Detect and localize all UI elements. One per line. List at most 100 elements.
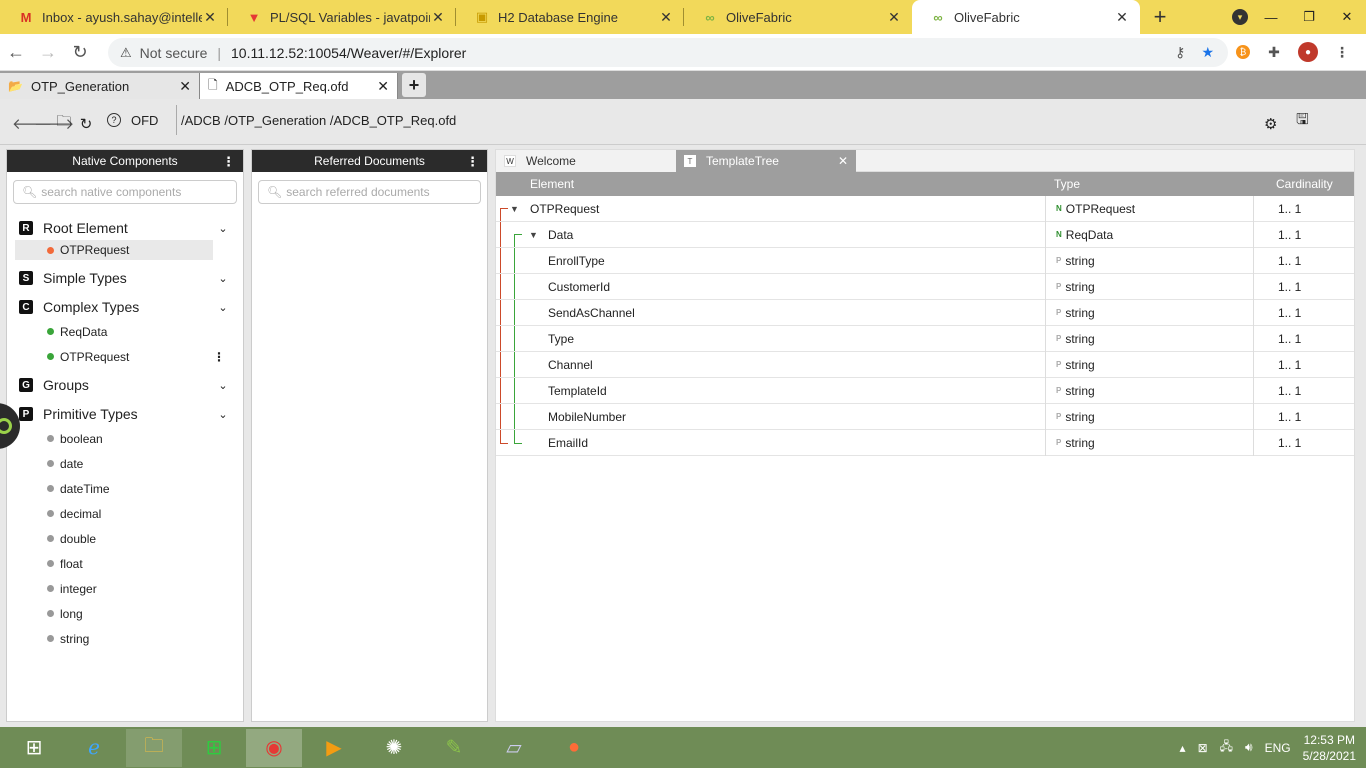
native-search-input[interactable]: 🔍︎ search native components: [13, 180, 237, 204]
browser-tab-gmail[interactable]: M Inbox - ayush.sahay@intellect ✕: [0, 0, 228, 34]
browser-tab-h2[interactable]: ▣ H2 Database Engine ✕: [456, 0, 684, 34]
close-icon[interactable]: ✕: [886, 9, 902, 26]
item-menu-icon[interactable]: ⋮: [213, 350, 225, 364]
gear-icon[interactable]: ⚙: [1264, 115, 1277, 133]
network-icon[interactable]: 🖧: [1220, 737, 1233, 758]
chevron-down-icon[interactable]: ⌄: [213, 379, 233, 392]
tray-arrow-icon[interactable]: ▴: [1180, 741, 1186, 755]
list-item[interactable]: dateTime: [7, 476, 243, 501]
table-row[interactable]: TemplateId Pstring 1.. 1: [496, 377, 1354, 404]
expand-triangle-icon[interactable]: ▼: [510, 204, 519, 214]
list-item[interactable]: boolean: [7, 426, 243, 451]
chevron-down-icon[interactable]: ⌄: [213, 272, 233, 285]
close-icon[interactable]: ✕: [430, 9, 446, 26]
table-row[interactable]: Channel Pstring 1.. 1: [496, 351, 1354, 378]
store-icon[interactable]: ⊞: [186, 729, 242, 767]
notes-app-icon[interactable]: ▱: [486, 729, 542, 767]
table-row[interactable]: ▼ OTPRequest N OTPRequest 1.. 1: [496, 195, 1354, 222]
list-item[interactable]: decimal: [7, 501, 243, 526]
panel-menu-icon[interactable]: ⋮: [466, 154, 479, 170]
close-icon[interactable]: ✕: [838, 154, 848, 168]
list-item[interactable]: string: [7, 626, 243, 651]
list-item[interactable]: OTPRequest: [15, 240, 213, 260]
section-simple-types[interactable]: S Simple Types ⌄: [7, 266, 243, 290]
table-row[interactable]: CustomerId Pstring 1.. 1: [496, 273, 1354, 300]
minimize-icon[interactable]: —: [1252, 10, 1290, 25]
chrome-icon[interactable]: ◉: [246, 728, 302, 767]
list-item[interactable]: date: [7, 451, 243, 476]
close-icon[interactable]: ✕: [658, 9, 674, 26]
browser-tab-olivefabric-active[interactable]: ∞ OliveFabric ✕: [912, 0, 1140, 34]
open-folder-icon[interactable]: 🗀: [56, 111, 72, 136]
chevron-down-icon[interactable]: ⌄: [213, 222, 233, 235]
profile-avatar[interactable]: ●: [1298, 42, 1318, 62]
start-button-icon[interactable]: ⊞: [6, 729, 62, 767]
not-secure-label[interactable]: Not secure: [140, 45, 208, 61]
new-tab-button[interactable]: +: [1140, 0, 1180, 34]
refresh-icon[interactable]: ↻: [78, 115, 94, 133]
table-row[interactable]: ▼ Data N ReqData 1.. 1: [496, 221, 1354, 248]
network-error-icon[interactable]: ⊠: [1198, 741, 1208, 755]
list-item[interactable]: integer: [7, 576, 243, 601]
key-icon[interactable]: ⚷: [1175, 44, 1185, 61]
close-icon[interactable]: ✕: [377, 78, 389, 95]
expand-triangle-icon[interactable]: ▼: [529, 230, 538, 240]
tab-templatetree[interactable]: T TemplateTree ✕: [676, 150, 856, 172]
postman-icon[interactable]: ●: [546, 729, 602, 767]
close-icon[interactable]: ✕: [1114, 9, 1130, 26]
table-row[interactable]: SendAsChannel Pstring 1.. 1: [496, 299, 1354, 326]
list-item[interactable]: long: [7, 601, 243, 626]
close-window-icon[interactable]: ✕: [1328, 9, 1366, 25]
save-icon[interactable]: 🖫: [1296, 109, 1309, 134]
list-item[interactable]: double: [7, 526, 243, 551]
back-arrow-icon[interactable]: 🡐: [12, 114, 52, 133]
bookmark-star-icon[interactable]: ★: [1201, 44, 1214, 61]
table-row[interactable]: EmailId Pstring 1.. 1: [496, 429, 1354, 456]
list-item[interactable]: ReqData: [7, 319, 243, 344]
chevron-down-icon[interactable]: ⌄: [213, 301, 233, 314]
referred-search-input[interactable]: 🔍︎ search referred documents: [258, 180, 481, 204]
url-input[interactable]: ⚠ Not secure | 10.11.12.52:10054/Weaver/…: [108, 38, 1228, 67]
section-root-element[interactable]: R Root Element ⌄: [7, 216, 243, 240]
back-icon[interactable]: ←: [0, 42, 32, 63]
clock[interactable]: 12:53 PM 5/28/2021: [1303, 732, 1356, 764]
list-item[interactable]: OTPRequest ⋮: [7, 344, 243, 369]
list-item[interactable]: float: [7, 551, 243, 576]
restore-icon[interactable]: ❐: [1290, 9, 1328, 25]
close-icon[interactable]: ✕: [179, 78, 191, 95]
panel-menu-icon[interactable]: ⋮: [222, 154, 235, 170]
column-header-type[interactable]: Type: [1046, 177, 1254, 191]
tab-search-icon[interactable]: ▾: [1232, 9, 1248, 25]
language-indicator[interactable]: ENG: [1265, 741, 1291, 755]
browser-tab-javatpoint[interactable]: ▼ PL/SQL Variables - javatpoint ✕: [228, 0, 456, 34]
table-row[interactable]: MobileNumber Pstring 1.. 1: [496, 403, 1354, 430]
extensions-puzzle-icon[interactable]: ✚: [1264, 42, 1284, 62]
element-name: CustomerId: [548, 279, 611, 294]
forward-arrow-icon[interactable]: 🡒: [34, 114, 74, 133]
column-header-cardinality[interactable]: Cardinality: [1254, 177, 1354, 191]
reload-icon[interactable]: ↻: [64, 42, 96, 63]
chevron-down-icon[interactable]: ⌄: [213, 408, 233, 421]
bitcoin-extension-icon[interactable]: ₿: [1236, 45, 1250, 59]
volume-icon[interactable]: 🔊︎: [1245, 740, 1253, 755]
media-player-icon[interactable]: ▶: [306, 729, 362, 767]
tab-welcome[interactable]: W Welcome: [496, 150, 676, 172]
app-tab-otp-generation[interactable]: 📂 OTP_Generation ✕: [0, 73, 200, 99]
add-tab-button[interactable]: +: [402, 73, 426, 97]
table-row[interactable]: EnrollType Pstring 1.. 1: [496, 247, 1354, 274]
app-pinwheel-icon[interactable]: ✺: [366, 729, 422, 767]
app-tab-adcb-otp-req[interactable]: 🗋 ADCB_OTP_Req.ofd ✕: [200, 73, 398, 99]
close-icon[interactable]: ✕: [202, 9, 218, 26]
menu-kebab-icon[interactable]: ⋮: [1332, 42, 1352, 62]
forward-icon[interactable]: →: [32, 42, 64, 63]
column-header-element[interactable]: Element: [496, 177, 1046, 191]
internet-explorer-icon[interactable]: ℯ: [66, 729, 122, 767]
section-complex-types[interactable]: C Complex Types ⌄: [7, 295, 243, 319]
table-row[interactable]: Type Pstring 1.. 1: [496, 325, 1354, 352]
section-groups[interactable]: G Groups ⌄: [7, 373, 243, 397]
file-explorer-icon[interactable]: 🗀: [126, 728, 182, 767]
browser-tab-olivefabric[interactable]: ∞ OliveFabric ✕: [684, 0, 912, 34]
section-primitive-types[interactable]: P Primitive Types ⌄: [7, 402, 243, 426]
help-icon[interactable]: ?: [107, 113, 121, 127]
notepad-plus-icon[interactable]: ✎: [426, 729, 482, 767]
